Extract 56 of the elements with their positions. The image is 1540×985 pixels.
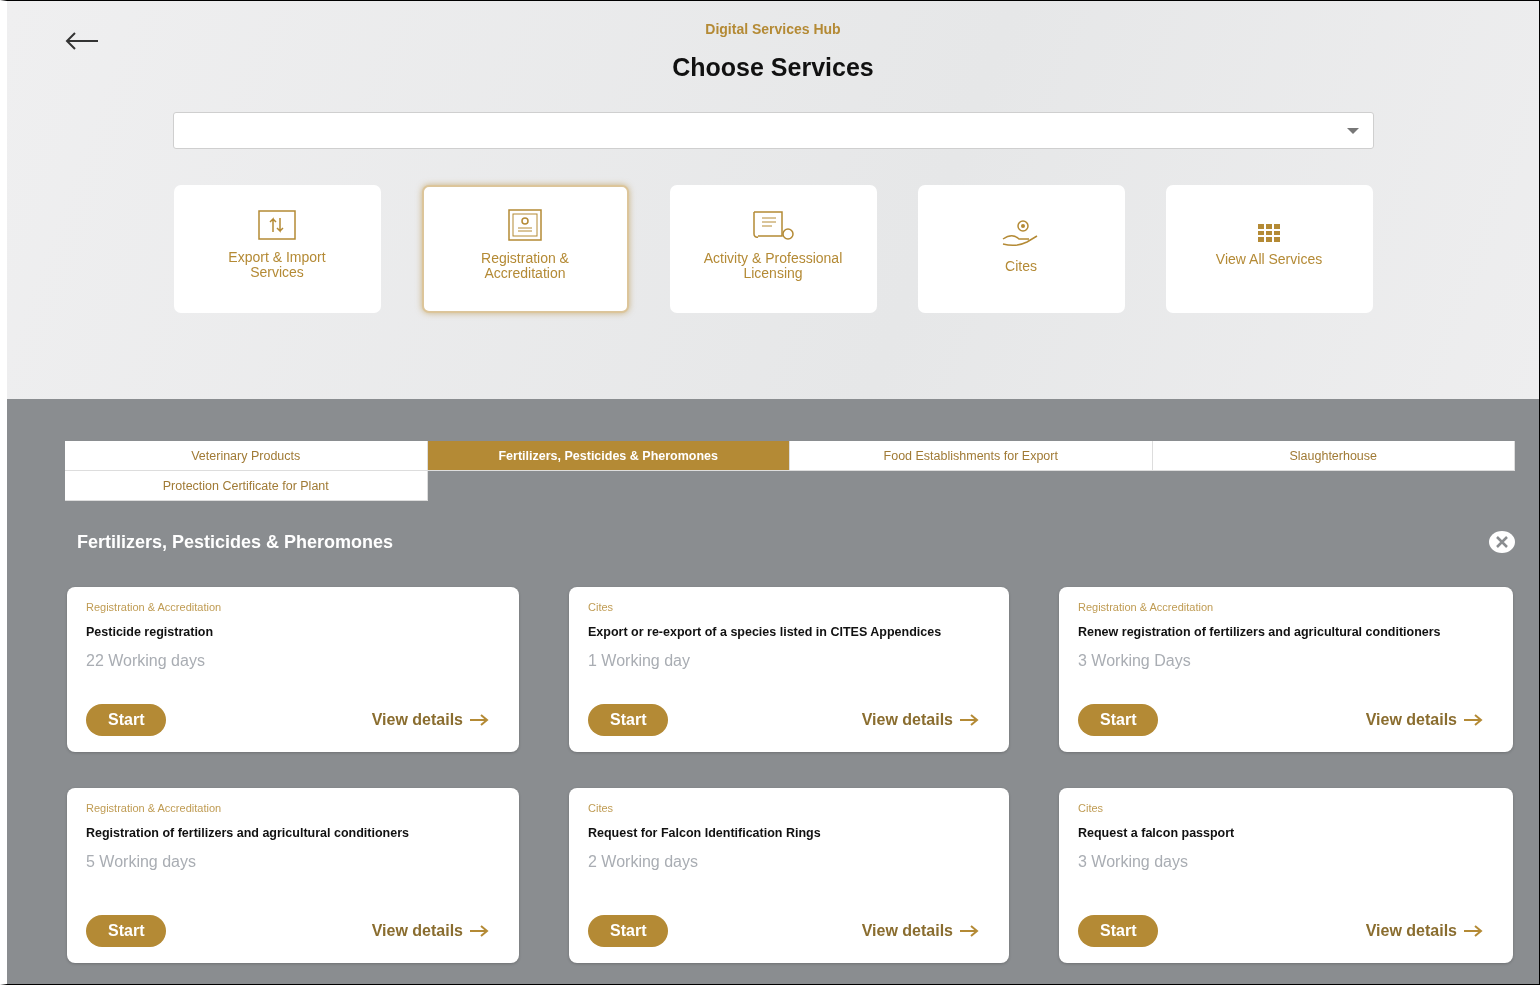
caret-icon bbox=[1346, 127, 1359, 134]
category-tile[interactable]: Activity & Professional Licensing bbox=[669, 185, 877, 313]
start-button[interactable]: Start bbox=[86, 704, 167, 736]
close-icon[interactable] bbox=[1489, 531, 1515, 553]
arrow-right-icon bbox=[469, 925, 489, 937]
service-category: Cites bbox=[588, 802, 615, 814]
service-name: Pesticide registration bbox=[86, 625, 215, 639]
service-name: Export or re-export of a species listed in CITES Appendices bbox=[588, 625, 943, 639]
arrow-right-icon bbox=[469, 714, 489, 726]
section-title: Fertilizers, Pesticides & Pheromones bbox=[77, 531, 394, 553]
service-duration: 3 Working Days bbox=[1078, 652, 1192, 670]
category-tab[interactable]: Slaughterhouse bbox=[1152, 441, 1515, 471]
service-duration: 5 Working days bbox=[86, 853, 197, 871]
service-duration: 2 Working days bbox=[588, 853, 699, 871]
page-title: Choose Services bbox=[672, 53, 874, 82]
service-duration: 22 Working days bbox=[86, 652, 206, 670]
category-tile[interactable]: Cites bbox=[917, 185, 1125, 313]
category-tab[interactable]: Veterinary Products bbox=[65, 441, 428, 471]
category-tab[interactable]: Food Establishments for Export bbox=[790, 441, 1153, 471]
view-details-link[interactable]: View details bbox=[861, 922, 979, 940]
grid-icon bbox=[1258, 223, 1280, 242]
service-category: Registration & Accreditation bbox=[86, 802, 223, 814]
export-import-icon bbox=[258, 210, 296, 240]
category-tile[interactable]: Registration & Accreditation bbox=[421, 185, 629, 313]
start-button[interactable]: Start bbox=[1078, 915, 1159, 947]
service-category: Registration & Accreditation bbox=[86, 601, 223, 613]
start-button[interactable]: Start bbox=[588, 915, 669, 947]
arrow-right-icon bbox=[959, 714, 979, 726]
scroll-document-icon bbox=[750, 209, 796, 241]
service-duration: 1 Working day bbox=[588, 652, 691, 670]
service-name: Request a falcon passport bbox=[1078, 826, 1236, 840]
service-duration: 3 Working days bbox=[1078, 853, 1189, 871]
service-category: Cites bbox=[1078, 802, 1105, 814]
view-details-link[interactable]: View details bbox=[1365, 922, 1483, 940]
category-tile[interactable]: View All Services bbox=[1165, 185, 1373, 313]
back-arrow-icon[interactable] bbox=[64, 31, 100, 51]
start-button[interactable]: Start bbox=[86, 915, 167, 947]
category-tile[interactable]: Export & Import Services bbox=[173, 185, 381, 313]
certificate-icon bbox=[508, 209, 542, 241]
arrow-right-icon bbox=[959, 925, 979, 937]
category-tab[interactable]: Protection Certificate for Plant bbox=[65, 471, 428, 501]
view-details-link[interactable]: View details bbox=[371, 922, 489, 940]
service-category: Cites bbox=[588, 601, 615, 613]
start-button[interactable]: Start bbox=[1078, 704, 1159, 736]
service-name: Request for Falcon Identification Rings bbox=[588, 826, 822, 840]
start-button[interactable]: Start bbox=[588, 704, 669, 736]
category-tab[interactable]: Fertilizers, Pesticides & Pheromones bbox=[427, 441, 790, 471]
arrow-right-icon bbox=[1463, 925, 1483, 937]
hub-subtitle: Digital Services Hub bbox=[705, 21, 841, 37]
service-name: Registration of fertilizers and agricultural conditioners bbox=[86, 826, 410, 840]
view-details-link[interactable]: View details bbox=[1365, 711, 1483, 729]
view-details-link[interactable]: View details bbox=[861, 711, 979, 729]
arrow-right-icon bbox=[1463, 714, 1483, 726]
service-name: Renew registration of fertilizers and agricultural conditioners bbox=[1078, 625, 1442, 639]
view-details-link[interactable]: View details bbox=[371, 711, 489, 729]
service-category: Registration & Accreditation bbox=[1078, 601, 1215, 613]
